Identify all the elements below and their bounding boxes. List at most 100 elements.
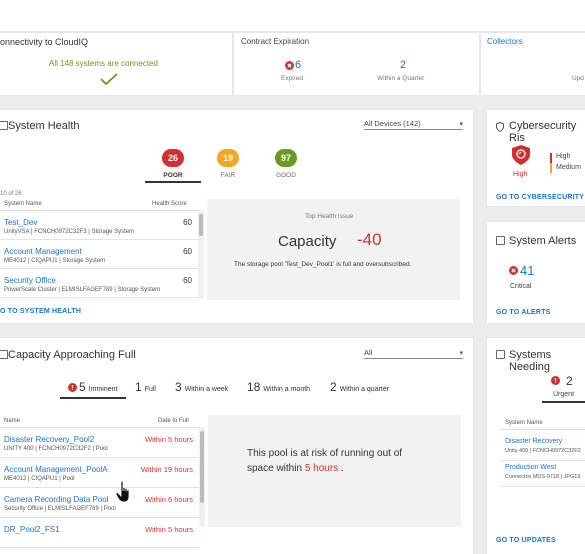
issue-category: Capacity <box>278 233 337 250</box>
urgent-tab-underline <box>542 401 585 403</box>
updates-table-row[interactable]: Disaster Recovery Unity 400 | FCNCH0972C3… <box>500 435 585 461</box>
collectors-title[interactable]: Collectors <box>487 37 523 46</box>
alerts-icon <box>496 236 505 245</box>
imminent-tab-underline <box>60 397 126 399</box>
go-to-cybersecurity-link[interactable]: GO TO CYBERSECURITY <box>496 194 584 201</box>
contract-card[interactable]: Contract Expiration 6 Expired 2 Within a… <box>234 33 479 95</box>
risk-level-label: High <box>513 171 528 178</box>
capacity-tab-label: Full <box>144 386 156 393</box>
capacity-filter-dropdown[interactable]: All ▾ <box>364 348 463 359</box>
updates-header-divider <box>500 429 585 430</box>
error-circle-icon <box>285 61 294 70</box>
capacity-table-row[interactable]: DR_Pool2_FS1 Within 5 hours <box>0 518 199 548</box>
capacity-row-name[interactable]: DR_Pool2_FS1 <box>4 525 60 534</box>
alert-circle-icon <box>68 383 77 392</box>
legend-medium: Medium <box>556 164 581 171</box>
capacity-tab-label: Within a month <box>263 386 311 393</box>
capacity-row-date: Within 19 hours <box>140 465 193 474</box>
go-to-alerts-link[interactable]: GO TO ALERTS <box>496 309 551 316</box>
error-circle-icon <box>509 266 518 275</box>
chevron-down-icon: ▾ <box>459 350 463 357</box>
health-table-row[interactable]: Account Management ME4012 | CIQAPU1 | Sto… <box>0 240 198 269</box>
capacity-scroll-thumb[interactable] <box>200 431 204 503</box>
updates-col-name: System Name <box>505 420 543 426</box>
health-scroll-thumb[interactable] <box>199 214 203 236</box>
expired-label: Expired <box>281 75 304 82</box>
urgent-label: Urgent <box>553 391 575 398</box>
connectivity-card: onnectivity to CloudIQ All 148 systems a… <box>0 33 232 95</box>
chevron-down-icon: ▾ <box>459 121 463 128</box>
health-scrollbar[interactable] <box>198 210 204 299</box>
alert-circle-icon <box>551 376 560 385</box>
updates-row-name[interactable]: Disaster Recovery <box>505 438 562 445</box>
capacity-tab-3[interactable]: 18 Within a month <box>247 380 310 394</box>
risk-shield-icon <box>512 145 530 165</box>
hand-cursor-icon <box>115 480 130 503</box>
go-to-system-health-link[interactable]: O TO SYSTEM HEALTH <box>0 308 81 315</box>
capacity-tab-2[interactable]: 3 Within a week <box>175 380 228 394</box>
collectors-sub: Upd <box>572 75 584 82</box>
device-filter-value: All Devices (142) <box>364 119 421 128</box>
updates-row-sub: Connectrix MDS-9718 | JPG19 <box>505 474 581 480</box>
health-col-name: System Name <box>4 201 42 207</box>
capacity-tab-4[interactable]: 2 Within a quarter <box>330 380 389 394</box>
health-row-sub: PowerScale Cluster | ELMISLFAGEF789 | St… <box>4 287 161 293</box>
capacity-title: Capacity Approaching Full <box>8 349 136 361</box>
health-score-label-1[interactable]: FAIR <box>208 172 248 179</box>
systems-needing-title: Systems Needing <box>509 349 552 373</box>
health-row-score: 60 <box>183 247 192 256</box>
collectors-card[interactable]: Collectors Upd <box>481 33 585 95</box>
capacity-tab-1[interactable]: 1 Full <box>135 380 156 394</box>
capacity-tab-0[interactable]: 5 Imminent <box>79 380 117 394</box>
systems-needing-updates-card: Systems Needing 2 Urgent System Name Dis… <box>487 338 585 554</box>
capacity-tab-count: 2 <box>330 380 337 394</box>
capacity-detail-highlight: 5 hours <box>304 463 339 474</box>
capacity-row-date: Within 6 hours <box>145 495 193 504</box>
health-row-name[interactable]: Security Office <box>4 276 56 285</box>
issue-heading: Top Health Issue <box>305 213 354 220</box>
urgent-count[interactable]: 2 <box>566 374 573 388</box>
quarter-count[interactable]: 2 <box>400 59 406 71</box>
capacity-icon <box>0 350 8 359</box>
connectivity-title: onnectivity to CloudIQ <box>0 37 89 47</box>
updates-row-name[interactable]: Production West <box>505 464 556 471</box>
health-table-row[interactable]: Test_Dev UnityVSA | FCNCH0972C32F3 | Stor… <box>0 211 198 240</box>
poor-tab-underline <box>145 181 201 183</box>
capacity-row-name[interactable]: Disaster Recovery_Pool2 <box>4 435 94 444</box>
health-score-2[interactable]: 97 <box>275 149 297 167</box>
capacity-table: Name Date to Full Disaster Recovery_Pool… <box>0 415 207 548</box>
shield-icon <box>496 122 504 132</box>
top-health-issue-panel: Top Health Issue Capacity -40 The storag… <box>207 199 460 300</box>
capacity-table-row[interactable]: Disaster Recovery_Pool2 UNITY 400 | FCNCH… <box>0 428 199 458</box>
capacity-row-name[interactable]: Camera Recording Data Pool <box>4 495 109 504</box>
legend-high: High <box>556 153 571 160</box>
issue-score: -40 <box>357 230 382 249</box>
capacity-table-row[interactable]: Account Management_PoolA ME4012 | CIQAPU1… <box>0 458 199 488</box>
capacity-row-sub: Security Office | ELMISLFAGEF789 | Pool <box>4 506 116 512</box>
health-row-score: 60 <box>183 276 192 285</box>
device-filter-dropdown[interactable]: All Devices (142) ▾ <box>364 119 463 130</box>
capacity-table-row[interactable]: Camera Recording Data Pool Security Offic… <box>0 488 199 518</box>
capacity-row-date: Within 5 hours <box>145 525 193 534</box>
health-score-label-0[interactable]: POOR <box>153 172 193 179</box>
legend-bar-medium <box>550 163 552 173</box>
updates-table-row[interactable]: Production West Connectrix MDS-9718 | JPG… <box>500 461 585 487</box>
expired-count[interactable]: 6 <box>295 59 301 71</box>
health-score-label-2[interactable]: GOOD <box>266 172 306 179</box>
capacity-row-name[interactable]: Account Management_PoolA <box>4 465 108 474</box>
health-score-1[interactable]: 19 <box>217 149 239 167</box>
system-health-card: System Health All Devices (142) ▾ 26 POOR… <box>0 110 473 323</box>
go-to-updates-link[interactable]: GO TO UPDATES <box>496 537 556 544</box>
capacity-row-sub: ME4012 | CIQAPU1 | Pool <box>4 476 75 482</box>
capacity-tab-count: 18 <box>247 380 261 394</box>
system-alerts-title: System Alerts <box>509 235 577 247</box>
health-table-row[interactable]: Security Office PowerScale Cluster | ELMI… <box>0 269 198 298</box>
critical-alert-count[interactable]: 41 <box>520 263 534 278</box>
capacity-tab-count: 3 <box>175 380 182 394</box>
capacity-scrollbar[interactable] <box>199 427 205 527</box>
health-row-name[interactable]: Account Management <box>4 247 82 256</box>
capacity-detail-text-2: space within <box>247 463 305 474</box>
capacity-detail-line-2: space within 5 hours . <box>247 463 344 474</box>
health-row-name[interactable]: Test_Dev <box>4 218 37 227</box>
health-score-0[interactable]: 26 <box>162 149 184 167</box>
